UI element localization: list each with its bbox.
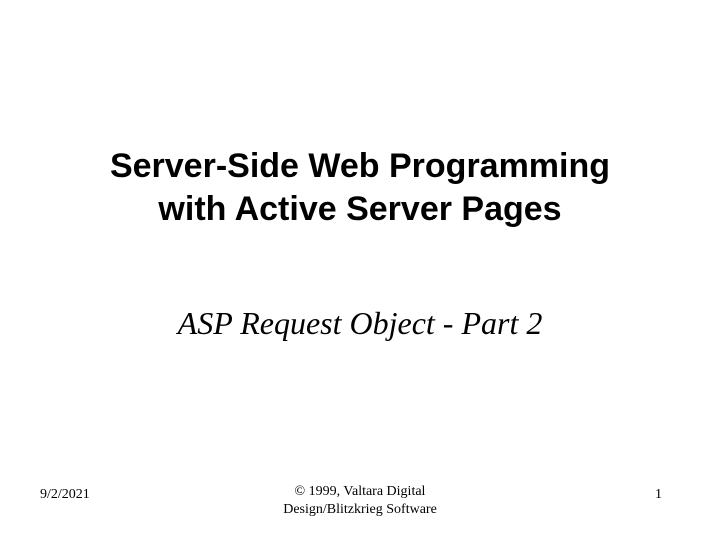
- slide: Server-Side Web Programming with Active …: [0, 0, 720, 540]
- copyright-line-1: © 1999, Valtara Digital: [295, 484, 426, 499]
- slide-title: Server-Side Web Programming with Active …: [0, 145, 720, 230]
- title-line-2: with Active Server Pages: [158, 190, 561, 228]
- footer-page-number: 1: [655, 487, 662, 503]
- copyright-line-2: Design/Blitzkrieg Software: [283, 502, 437, 517]
- footer-copyright: © 1999, Valtara Digital Design/Blitzkrie…: [0, 483, 720, 518]
- slide-subtitle: ASP Request Object - Part 2: [0, 305, 720, 342]
- title-line-1: Server-Side Web Programming: [110, 147, 610, 185]
